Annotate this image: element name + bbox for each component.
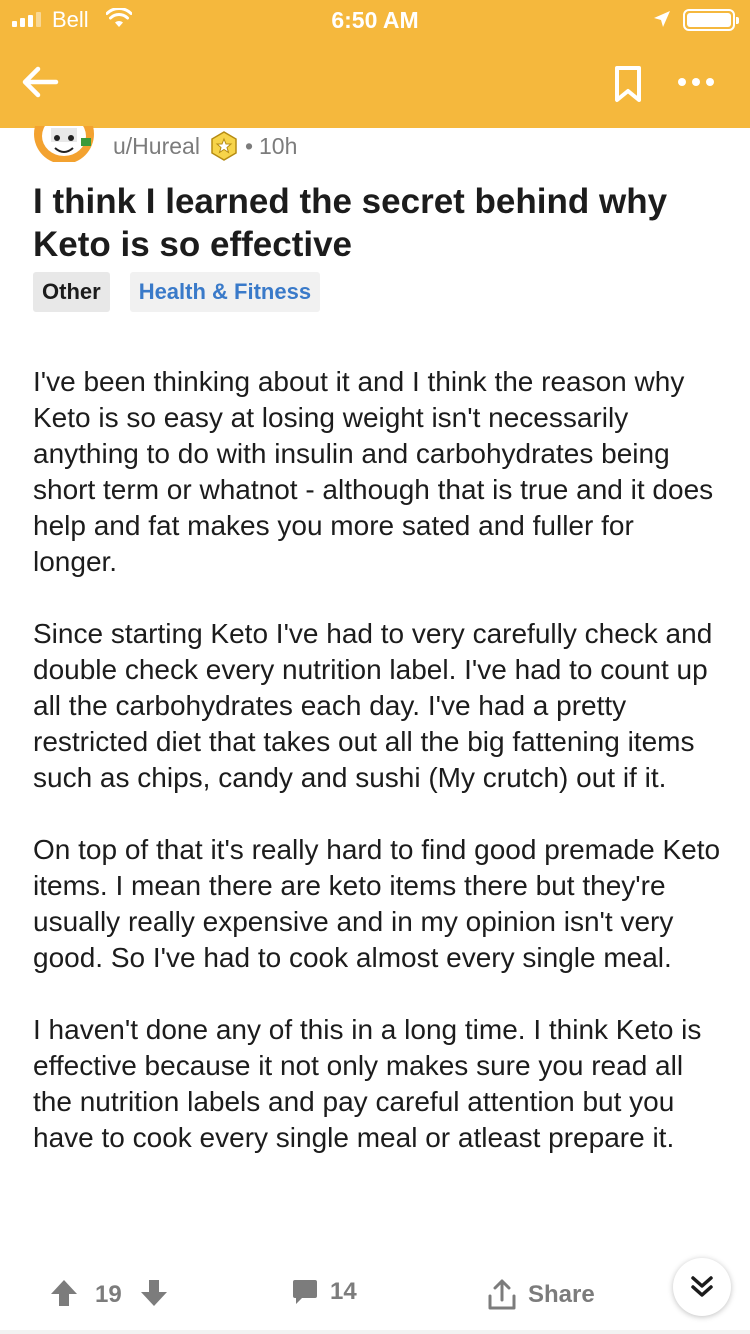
more-options-icon — [678, 78, 714, 86]
post-title: I think I learned the secret behind why … — [33, 182, 668, 264]
post-age: 10h — [259, 132, 298, 159]
share-button[interactable]: Share — [486, 1278, 595, 1312]
post-flairs: Other Health & Fitness — [33, 272, 321, 312]
post-action-bar: 19 14 Share — [0, 1256, 750, 1334]
flair-other[interactable]: Other — [33, 272, 110, 312]
back-button[interactable] — [18, 60, 64, 104]
double-chevron-down-icon — [691, 1276, 713, 1297]
share-label: Share — [528, 1281, 595, 1308]
comments-button[interactable]: 14 — [292, 1278, 357, 1306]
bottom-edge — [0, 1330, 750, 1334]
back-arrow-icon — [22, 66, 59, 98]
comment-count: 14 — [330, 1278, 357, 1305]
post-meta: u/Hureal • 10h — [113, 131, 297, 161]
downvote-arrow-icon — [141, 1280, 167, 1306]
save-post-button[interactable] — [610, 62, 646, 106]
more-options-button[interactable] — [674, 70, 718, 94]
share-icon — [488, 1279, 516, 1310]
location-arrow-icon — [652, 9, 672, 34]
scroll-down-button[interactable] — [673, 1258, 731, 1316]
post-paragraph: On top of that it's really hard to find … — [33, 834, 721, 973]
bookmark-icon — [615, 66, 641, 102]
author-username[interactable]: u/Hureal — [113, 133, 200, 160]
downvote-button[interactable] — [140, 1278, 168, 1308]
post-paragraph: Since starting Keto I've had to very car… — [33, 618, 713, 793]
vote-score: 19 — [95, 1281, 122, 1308]
post-paragraph: I've been thinking about it and I think … — [33, 366, 714, 577]
meta-separator: • — [244, 132, 253, 159]
author-avatar[interactable] — [33, 126, 95, 162]
battery-icon — [683, 9, 739, 31]
award-icon — [209, 131, 239, 161]
post-body: I've been thinking about it and I think … — [33, 364, 723, 1254]
post-paragraph: I haven't done any of this in a long tim… — [33, 1014, 702, 1153]
status-bar: Bell 6:50 AM — [0, 0, 750, 40]
comment-bubble-icon — [293, 1280, 317, 1304]
status-time: 6:50 AM — [331, 7, 419, 33]
flair-health-fitness[interactable]: Health & Fitness — [129, 272, 321, 312]
upvote-arrow-icon — [51, 1280, 77, 1306]
app-header: Bell 6:50 AM — [0, 0, 750, 128]
upvote-button[interactable] — [50, 1278, 78, 1308]
